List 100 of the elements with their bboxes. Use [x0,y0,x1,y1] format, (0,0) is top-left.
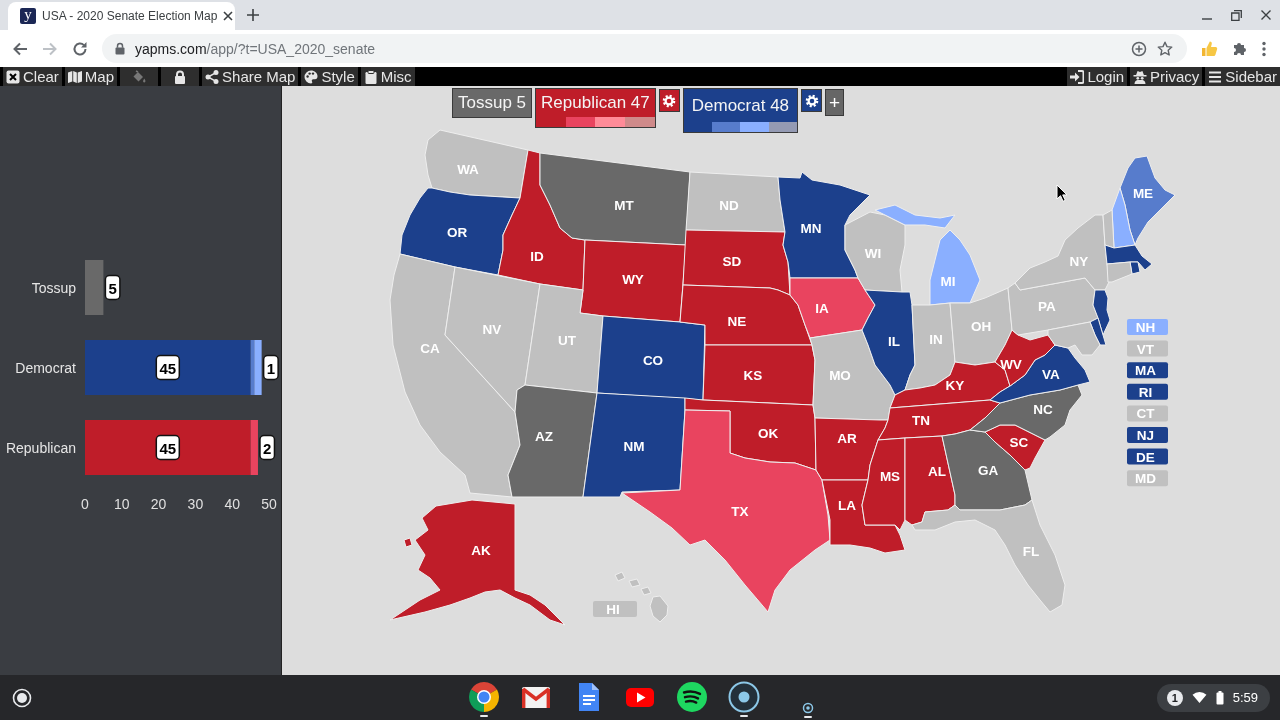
state-shape[interactable] [524,283,604,394]
thumbs-up-icon[interactable] [1201,40,1218,57]
state-label: IN [929,331,943,347]
state-shape[interactable] [1092,289,1111,336]
star-icon[interactable] [1157,40,1173,57]
tick-label: 50 [261,496,277,512]
clear-button[interactable]: Clear [3,67,62,86]
state-shape[interactable] [582,392,686,498]
state-shape[interactable] [989,344,1091,404]
value-label: 45 [155,354,181,381]
state-shape[interactable] [389,499,566,626]
state-label: AR [837,430,857,446]
settings-button[interactable] [658,89,680,112]
plus-icon[interactable] [247,9,259,21]
tab-title: USA - 2020 Senate Election Map [42,9,218,23]
state-shape[interactable] [399,187,521,276]
style-button[interactable]: Style [301,67,358,86]
party-button[interactable]: Democrat 48 [682,88,799,133]
settings-button[interactable] [801,89,823,112]
state-tag[interactable]: RI [1127,383,1168,400]
value-label: 1 [262,354,279,381]
state-shape[interactable] [1047,321,1101,356]
tick-label: 0 [81,496,89,512]
state-shape[interactable] [684,397,817,471]
state-label: ND [719,197,739,213]
state-shape[interactable] [911,499,1066,613]
state-shape[interactable] [1111,187,1136,249]
reload-icon[interactable] [72,40,88,57]
ring-icon[interactable] [802,702,814,714]
state-shape[interactable] [1102,209,1115,249]
state-label: ID [530,248,544,264]
clipboard-icon [363,69,378,84]
value-label: 45 [155,434,181,461]
state-shape[interactable] [1104,244,1153,271]
ring-icon[interactable] [728,681,760,713]
state-shape[interactable] [789,277,876,339]
state-tag[interactable]: DE [1127,448,1168,465]
plus-circle-icon[interactable] [1131,40,1147,57]
state-shape[interactable] [621,409,831,613]
state-shape[interactable] [497,149,586,291]
state-shape[interactable] [539,152,691,246]
state-shape[interactable] [861,289,916,396]
spotify-icon[interactable] [676,681,708,713]
close-icon[interactable] [1261,10,1271,20]
url-text: yapms.com/app/?t=USA_2020_senate [135,40,376,57]
state-label: SC [1009,434,1029,450]
privacy-button[interactable]: Privacy [1130,67,1203,86]
state-shape[interactable] [444,266,541,413]
state-shape[interactable] [1129,261,1141,275]
state-label: FL [1022,543,1040,559]
state-shape[interactable] [424,129,529,199]
login-button[interactable]: Login [1067,67,1128,86]
state-shape[interactable] [904,435,956,526]
launcher-icon[interactable] [12,687,32,708]
status-tray[interactable]: 1 5:59 [1156,683,1270,712]
state-shape[interactable] [596,315,706,401]
party-button[interactable]: Tossup 5 [452,88,533,118]
close-icon[interactable] [223,11,234,21]
state-shape[interactable] [861,437,906,531]
state-label: TX [731,503,749,519]
browser-tab[interactable]: y USA - 2020 Senate Election Map [8,2,235,30]
state-shape[interactable] [821,479,906,554]
state-label: NM [623,438,645,454]
lock-button[interactable] [161,67,200,86]
state-label: WI [864,245,882,261]
paint-bucket-icon [132,69,147,84]
state-shape[interactable] [844,211,906,293]
state-shape[interactable] [579,239,687,323]
state-label: AL [928,463,946,479]
state-label: CA [420,340,440,356]
map-button[interactable]: Map [64,67,118,86]
state-label: PA [1038,298,1056,314]
party-button[interactable]: Republican 47 [535,88,656,128]
state-label: CO [642,352,664,368]
state-label: OR [446,224,468,240]
chrome-icon[interactable] [468,681,500,713]
puzzle-icon[interactable] [1232,40,1248,57]
share-button[interactable]: Share Map [202,67,299,86]
map-icon [67,69,82,84]
state-shape[interactable] [1089,317,1107,346]
lock-icon[interactable] [115,42,125,55]
state-tag[interactable]: NJ [1127,427,1168,443]
back-icon[interactable] [12,40,28,57]
state-shape[interactable] [679,284,813,346]
state-shape[interactable] [1007,277,1099,336]
misc-button[interactable]: Misc [360,67,415,86]
add-button[interactable]: + [825,89,845,116]
address-field[interactable]: yapms.com/app/?t=USA_2020_senate [102,34,1187,63]
state-shape[interactable] [1106,261,1133,283]
state-shape[interactable] [682,229,791,296]
state-shape[interactable] [702,344,816,406]
state-shape[interactable] [507,384,598,498]
restore-icon[interactable] [1231,9,1242,21]
state-label: WV [1000,356,1022,372]
state-shape[interactable] [877,399,1001,441]
state-label: AZ [535,428,553,444]
state-shape[interactable] [685,171,786,233]
state-tag[interactable]: MA [1127,362,1168,379]
menu-icon[interactable] [1262,40,1266,57]
sidebar-button[interactable]: Sidebar [1205,67,1280,86]
